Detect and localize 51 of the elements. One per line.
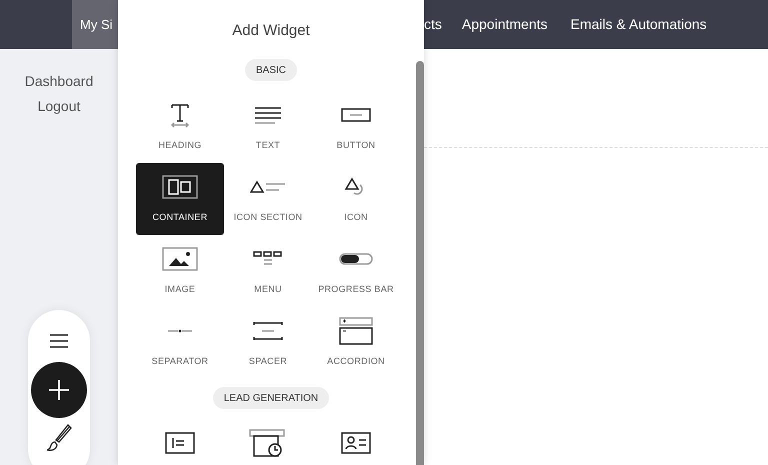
nav-item[interactable]: Appointments [462, 0, 570, 49]
nav-item[interactable]: cts [424, 0, 462, 49]
widget-label: ACCORDION [327, 355, 385, 368]
widget-tile[interactable]: PROGRESS BAR [312, 235, 400, 307]
widget-tile[interactable]: ICON [312, 163, 400, 235]
widget-label: ICON SECTION [234, 211, 302, 224]
contact-card-icon [341, 432, 371, 454]
widget-tile[interactable]: MENU [224, 235, 312, 307]
plus-icon [49, 380, 69, 400]
widget-label: CONTAINER [152, 211, 208, 224]
separator-icon [167, 328, 193, 334]
paintbrush-icon[interactable] [46, 424, 72, 452]
widget-tile[interactable]: HEADING [136, 91, 224, 163]
button-shape-icon [341, 108, 371, 122]
spacer-icon [253, 321, 283, 341]
widget-label: HEADING [158, 139, 202, 152]
widget-tile[interactable]: TEXT [224, 91, 312, 163]
widget-tile[interactable]: ICON SECTION [224, 163, 312, 235]
image-icon [162, 247, 198, 271]
widget-tile[interactable]: ACCORDION [312, 307, 400, 379]
widget-label: IMAGE [164, 283, 196, 296]
sidebar-link[interactable]: Logout [38, 98, 80, 115]
widget-label: MENU [254, 283, 282, 296]
accordion-icon [339, 317, 373, 345]
widget-tile[interactable]: IMAGE [136, 235, 224, 307]
calendar-clock-icon [249, 429, 287, 457]
section-label: BASIC [244, 59, 297, 81]
section-label: LEAD GENERATION [212, 387, 330, 409]
widget-label: PROGRESS BAR [318, 283, 394, 296]
nav-item[interactable]: Emails & Automations [570, 0, 730, 49]
menu-icon[interactable] [50, 334, 68, 348]
scrollbar[interactable] [416, 61, 424, 465]
menu-blocks-icon [253, 251, 283, 267]
sidebar-link[interactable]: Dashboard [24, 73, 94, 90]
widget-tile[interactable]: CONTAINER [136, 163, 224, 235]
widget-label: ICON [344, 211, 368, 224]
nav-item[interactable]: My Si [72, 0, 118, 49]
widget-label: TEXT [256, 139, 280, 152]
columns-icon [162, 175, 198, 199]
text-lines-icon [254, 106, 282, 124]
form-icon [165, 432, 195, 454]
widget-tile[interactable]: SEPARATOR [136, 307, 224, 379]
widget-label: SEPARATOR [152, 355, 208, 368]
widget-tile[interactable]: BUTTON [312, 91, 400, 163]
widget-tile[interactable]: SPACER [224, 307, 312, 379]
progress-bar-icon [339, 253, 373, 265]
widget-label: BUTTON [336, 139, 376, 152]
panel-title: Add Widget [232, 22, 310, 40]
widget-label: SPACER [248, 355, 288, 368]
letter-t-icon [169, 102, 191, 128]
triangle-lines-icon [250, 180, 286, 194]
